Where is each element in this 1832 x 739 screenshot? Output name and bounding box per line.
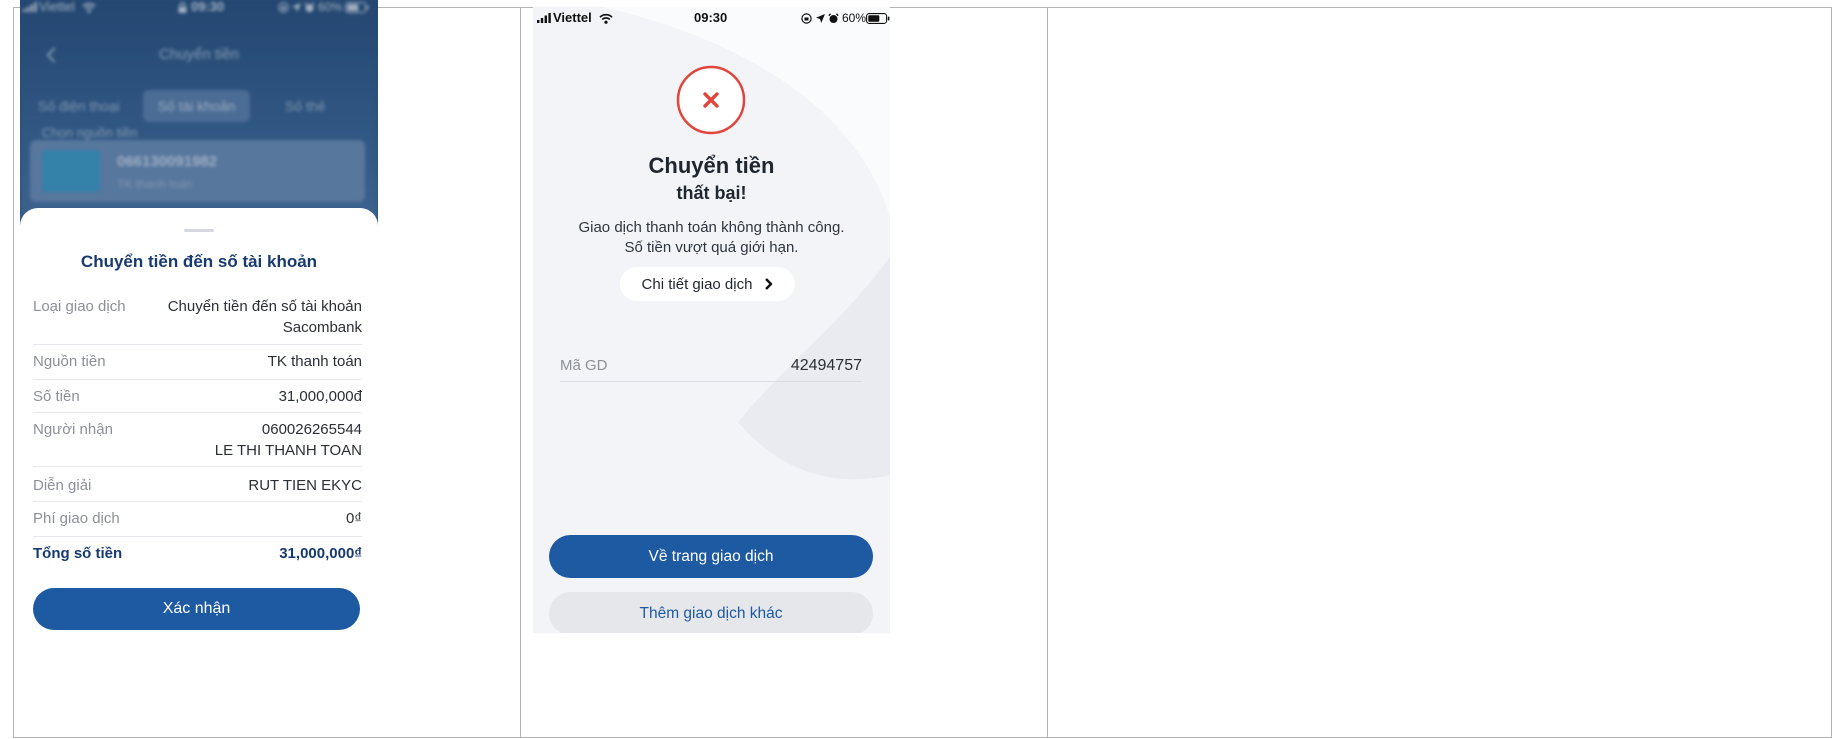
detail-label: Phí giao dịch	[33, 510, 120, 527]
detail-row-description: Diễn giải RUT TIEN EKYC	[33, 467, 362, 502]
chevron-right-icon	[764, 278, 773, 290]
detail-value: 060026265544 LE THI THANH TOAN	[215, 419, 362, 461]
transaction-id-row: Mã GD 42494757	[560, 355, 862, 382]
detail-value: RUT TIEN EKYC	[248, 477, 362, 494]
wifi-icon	[599, 11, 613, 25]
transaction-id-value: 42494757	[790, 357, 862, 374]
status-bar: Viettel 09:30 60%	[533, 11, 890, 25]
alarm-icon	[828, 11, 839, 25]
detail-value-line-2: Sacombank	[282, 319, 362, 336]
detail-value: Chuyển tiền đến số tài khoản Sacombank	[168, 296, 362, 338]
detail-value: 0₫	[345, 510, 362, 527]
detail-value: 31,000,000đ	[278, 388, 362, 405]
detail-value-line-2: LE THI THANH TOAN	[214, 442, 362, 459]
result-subtitle: thất bại!	[676, 183, 747, 203]
error-message-line-1: Giao dịch thanh toán không thành công.	[578, 219, 845, 236]
location-arrow-icon	[816, 11, 825, 25]
total-label: Tổng số tiền	[33, 545, 123, 562]
total-value: 31,000,000₫	[279, 545, 362, 562]
transaction-id-label: Mã GD	[560, 357, 608, 374]
detail-row-recipient: Người nhận 060026265544 LE THI THANH TOA…	[33, 413, 362, 467]
confirm-button[interactable]: Xác nhận	[33, 588, 360, 630]
detail-label: Số tiền	[33, 388, 80, 405]
detail-row-source-of-funds: Nguồn tiền TK thanh toán	[33, 345, 362, 380]
detail-label: Người nhận	[33, 421, 113, 438]
confirmation-bottom-sheet: Chuyển tiền đến số tài khoản Loại giao d…	[20, 208, 378, 633]
detail-label: Loại giao dịch	[33, 298, 126, 315]
error-message-line-2: Số tiền vượt quá giới hạn.	[624, 239, 799, 256]
battery-icon	[866, 11, 890, 25]
close-icon	[676, 65, 746, 135]
detail-value-line-1: Chuyển tiền đến số tài khoản	[167, 298, 362, 315]
signal-bars-icon	[537, 11, 551, 25]
transaction-details-label: Chi tiết giao dịch	[641, 275, 753, 293]
orientation-lock-icon	[801, 11, 812, 25]
detail-row-total: Tổng số tiền 31,000,000₫	[33, 537, 362, 572]
detail-row-transaction-type: Loại giao dịch Chuyển tiền đến số tài kh…	[33, 296, 362, 345]
transaction-details-link[interactable]: Chi tiết giao dịch	[620, 267, 795, 301]
detail-label: Diễn giải	[33, 477, 92, 494]
sheet-drag-handle[interactable]	[184, 229, 214, 232]
confirm-transfer-screenshot: Viettel 09:30 60% Chuyển tiền Số điện th…	[20, 0, 378, 633]
detail-label: Nguồn tiền	[33, 353, 106, 370]
new-transaction-button[interactable]: Thêm giao dịch khác	[549, 592, 873, 633]
result-title: Chuyển tiền	[648, 153, 775, 178]
transfer-failed-screenshot: Viettel 09:30 60% Chuyển tiền thất bại! …	[533, 7, 890, 633]
detail-row-amount: Số tiền 31,000,000đ	[33, 380, 362, 413]
table-cell-right	[1047, 7, 1832, 738]
status-time: 09:30	[694, 10, 728, 25]
detail-value-line-1: 060026265544	[261, 421, 362, 438]
sheet-title: Chuyển tiền đến số tài khoản	[80, 252, 318, 271]
back-to-transactions-button[interactable]: Về trang giao dịch	[549, 535, 873, 578]
detail-value: TK thanh toán	[267, 353, 362, 370]
battery-percent: 60%	[842, 11, 867, 25]
detail-row-fee: Phí giao dịch 0₫	[33, 502, 362, 537]
carrier-name: Viettel	[553, 10, 592, 25]
